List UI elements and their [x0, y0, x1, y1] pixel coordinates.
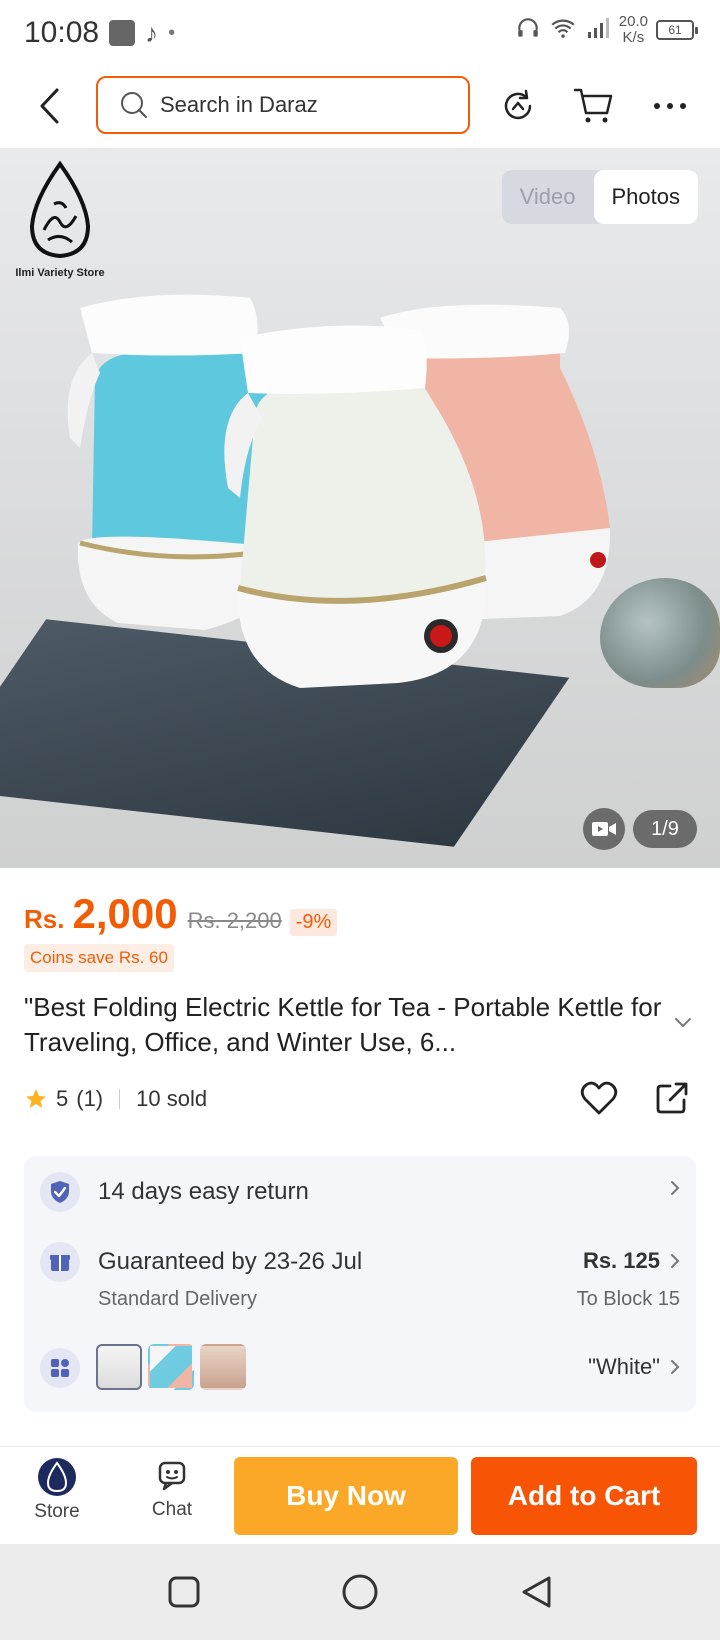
media-toggle: Video Photos	[501, 170, 698, 224]
back-nav-button[interactable]	[516, 1572, 556, 1612]
recents-button[interactable]	[164, 1572, 204, 1612]
chevron-down-icon	[675, 1018, 691, 1028]
status-bar: 10:08 ♪ • 20.0 K/s 61	[0, 0, 720, 66]
tiktok-icon: ♪	[145, 17, 159, 48]
price-currency: Rs.	[24, 904, 65, 934]
home-button[interactable]	[340, 1572, 380, 1612]
store-logo-emblem	[29, 160, 91, 259]
delivery-fee: Rs. 125	[582, 1248, 660, 1273]
tab-video[interactable]: Video	[502, 184, 594, 210]
variant-selected-row: "White"	[588, 1354, 680, 1380]
return-chevron	[670, 1180, 680, 1196]
netspeed-unit: K/s	[622, 29, 645, 46]
system-navigation-bar	[0, 1544, 720, 1640]
delivery-type: Standard Delivery	[98, 1288, 257, 1310]
chat-label: Chat	[151, 1499, 193, 1520]
delivery-title: Guaranteed by 23-26 Jul	[98, 1248, 363, 1275]
headphones-icon	[515, 15, 541, 46]
share-button[interactable]	[654, 1080, 690, 1121]
more-icon	[654, 103, 686, 109]
status-time: 10:08	[24, 16, 100, 49]
circle-icon	[342, 1574, 378, 1610]
divider	[119, 1089, 121, 1109]
add-to-cart-button[interactable]: Add to Cart	[471, 1457, 697, 1535]
square-icon	[168, 1576, 200, 1608]
search-icon	[121, 92, 147, 118]
store-label: Store	[34, 1501, 80, 1522]
service-info-card: 14 days easy return Guaranteed by 23-26 …	[24, 1156, 696, 1412]
variant-thumbnails	[96, 1344, 246, 1390]
price: 2,000	[72, 890, 178, 937]
product-title[interactable]: "Best Folding Electric Kettle for Tea - …	[24, 990, 664, 1060]
triangle-back-icon	[522, 1576, 551, 1608]
heart-icon	[580, 1081, 618, 1115]
delivery-fee-row: Rs. 125	[583, 1248, 680, 1274]
buy-now-button[interactable]: Buy Now	[234, 1457, 458, 1535]
dot-icon: •	[168, 21, 176, 44]
wifi-icon	[549, 15, 577, 46]
variant-row[interactable]: "White"	[24, 1332, 696, 1402]
variant-thumb-blue[interactable]	[148, 1344, 194, 1390]
variant-thumb-pink[interactable]	[200, 1344, 246, 1390]
cart-icon	[573, 88, 613, 123]
back-button[interactable]	[30, 86, 70, 126]
top-nav: Search in Daraz	[0, 66, 720, 148]
search-input[interactable]: Search in Daraz	[96, 76, 470, 134]
chevron-right-icon	[671, 1360, 680, 1374]
gallery-notification-icon	[109, 20, 136, 46]
shield-check-icon	[40, 1172, 80, 1212]
grid-icon	[40, 1348, 80, 1388]
store-button[interactable]: Store	[22, 1457, 92, 1523]
back-icon	[40, 88, 59, 124]
original-price: Rs. 2,200	[187, 908, 282, 933]
share-icon	[656, 1082, 688, 1114]
signal-icon	[585, 16, 611, 45]
more-button[interactable]	[648, 84, 692, 128]
coins-badge: Coins save Rs. 60	[24, 944, 174, 972]
rating-value: 5	[56, 1086, 69, 1111]
video-button[interactable]	[583, 808, 625, 850]
variant-selected: "White"	[588, 1354, 660, 1379]
return-policy-row[interactable]: 14 days easy return	[24, 1156, 696, 1226]
network-speed: 20.0 K/s	[619, 14, 648, 46]
discount-badge: -9%	[289, 909, 338, 936]
gift-box-icon	[40, 1242, 80, 1282]
store-logo[interactable]: Ilmi Variety Store	[12, 160, 108, 279]
store-logo-name: Ilmi Variety Store	[15, 267, 105, 279]
sold-count: 10 sold	[136, 1086, 208, 1111]
rating-row[interactable]: 5 (1) 10 sold	[24, 1086, 207, 1112]
cart-button[interactable]	[572, 84, 616, 128]
tab-photos[interactable]: Photos	[593, 170, 698, 224]
return-policy-text: 14 days easy return	[98, 1178, 309, 1205]
chat-button[interactable]: Chat	[137, 1457, 207, 1521]
bottom-action-bar: Store Chat Buy Now Add to Cart	[0, 1446, 720, 1544]
rating-count: (1)	[76, 1086, 104, 1111]
battery-icon: 61	[656, 20, 698, 40]
product-image-kettles	[67, 294, 611, 688]
chevron-right-icon	[671, 1181, 680, 1195]
wishlist-button[interactable]	[580, 1080, 618, 1121]
video-camera-icon	[592, 822, 616, 836]
delivery-row[interactable]: Guaranteed by 23-26 Jul Standard Deliver…	[24, 1232, 696, 1322]
chevron-right-icon	[671, 1254, 680, 1268]
product-image-gallery[interactable]: Ilmi Variety Store Video Photos 1/9	[0, 148, 720, 868]
variant-thumb-white[interactable]	[96, 1344, 142, 1390]
image-counter: 1/9	[633, 810, 697, 848]
star-icon	[26, 1089, 46, 1108]
delivery-location: To Block 15	[576, 1288, 680, 1310]
expand-title-button[interactable]	[674, 1016, 692, 1034]
history-icon	[504, 89, 532, 120]
store-avatar-icon	[38, 1458, 76, 1496]
history-button[interactable]	[496, 84, 540, 128]
search-placeholder: Search in Daraz	[160, 92, 318, 117]
price-row: Rs. 2,000 Rs. 2,200 -9%	[24, 890, 338, 938]
chat-icon	[158, 1461, 186, 1491]
netspeed-value: 20.0	[618, 13, 648, 30]
